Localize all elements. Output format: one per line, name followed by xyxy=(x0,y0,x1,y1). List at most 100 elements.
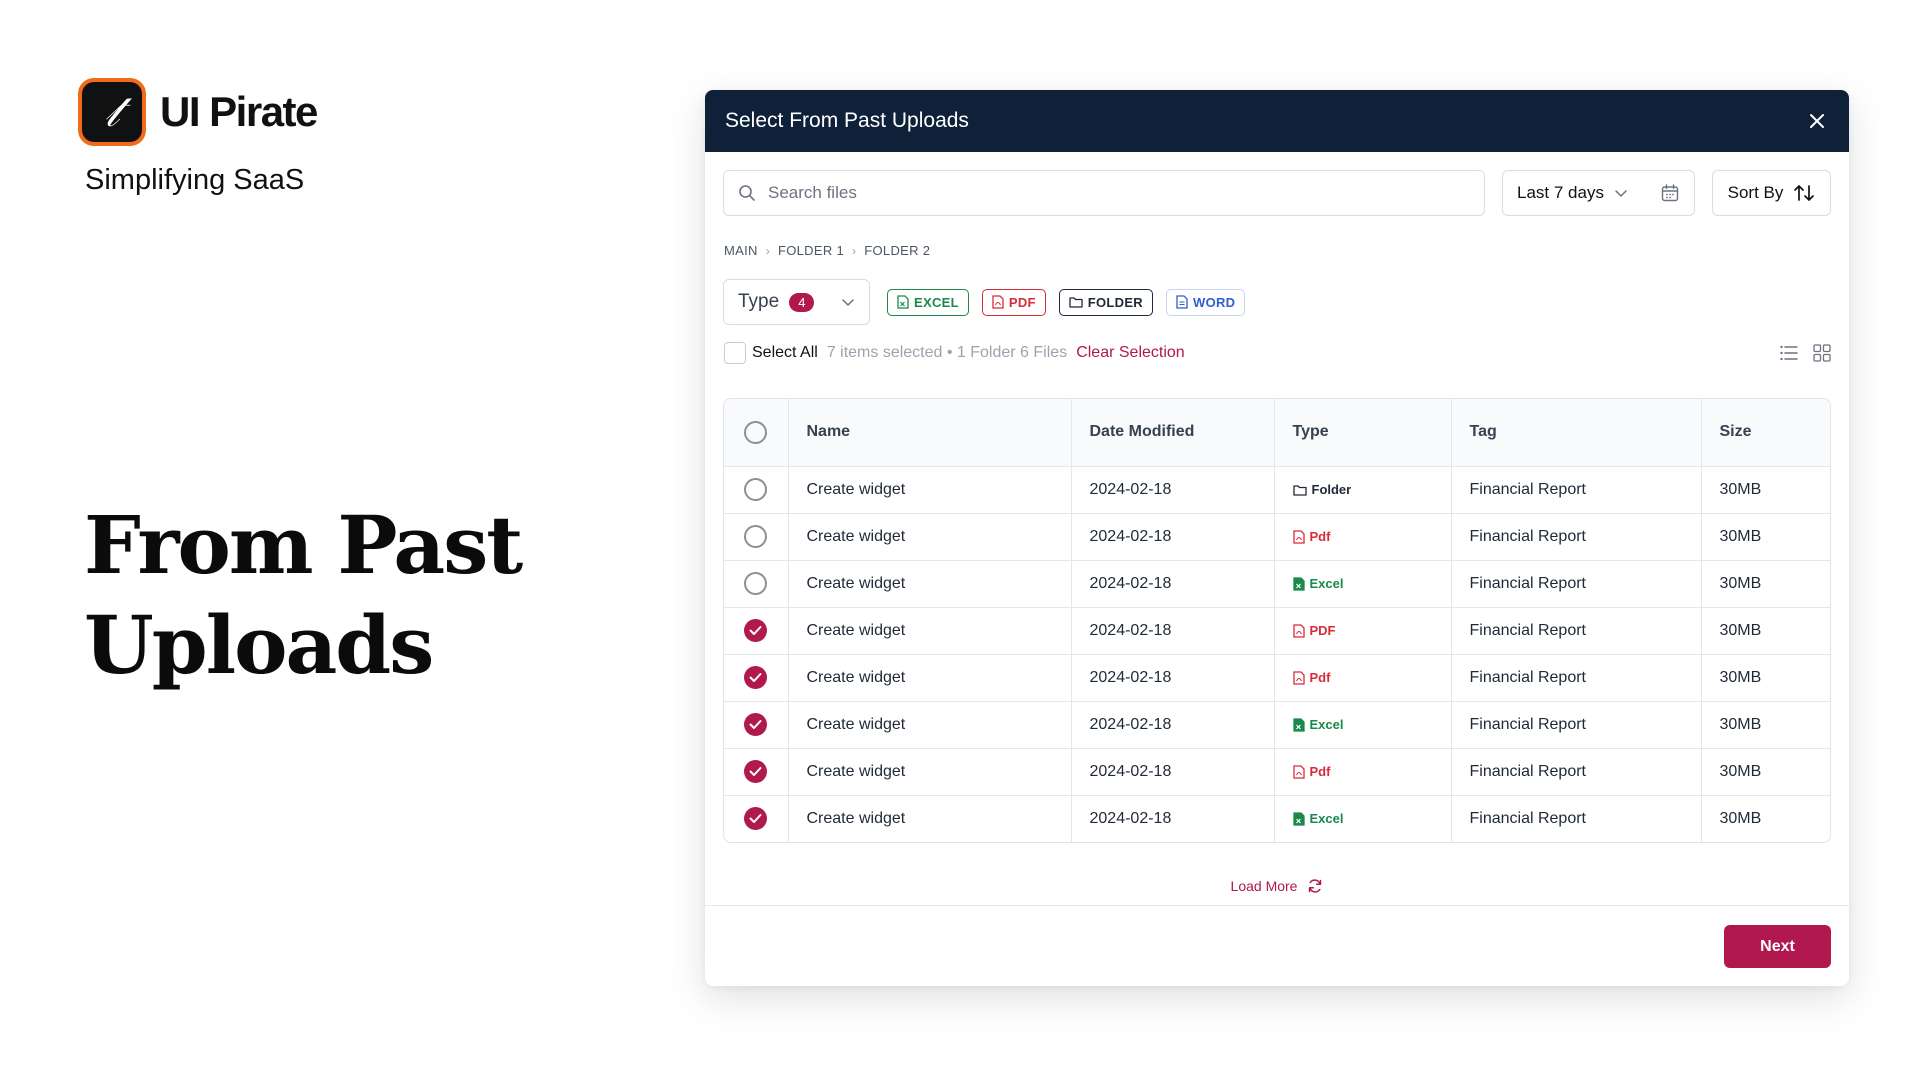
chevron-right-icon: › xyxy=(765,243,770,258)
row-size: 30MB xyxy=(1701,513,1830,561)
hero-title: From Past Uploads xyxy=(84,495,523,695)
row-type-cell: PDF xyxy=(1274,607,1452,655)
row-tag: Financial Report xyxy=(1451,466,1702,514)
column-header-size[interactable]: Size xyxy=(1701,399,1830,467)
row-date: 2024-02-18 xyxy=(1071,748,1275,796)
row-select-radio[interactable] xyxy=(744,572,768,595)
next-button[interactable]: Next xyxy=(1724,925,1831,968)
table-row[interactable]: Create widget 2024-02-18 Pdf Financial R… xyxy=(724,513,1830,561)
row-name: Create widget xyxy=(788,654,1072,702)
select-all-checkbox[interactable] xyxy=(724,342,746,364)
row-type-cell: Pdf xyxy=(1274,513,1452,561)
search-icon xyxy=(739,185,755,201)
chevron-down-icon xyxy=(842,299,854,306)
modal-header: Select From Past Uploads xyxy=(705,90,1849,152)
row-date: 2024-02-18 xyxy=(1071,560,1275,608)
row-type-cell: Pdf xyxy=(1274,654,1452,702)
filter-chip-word[interactable]: WORD xyxy=(1166,288,1246,316)
table-row[interactable]: Create widget 2024-02-18 Pdf Financial R… xyxy=(724,654,1830,702)
modal-toolbar: Last 7 days Sort By xyxy=(723,170,1831,216)
column-header-tag[interactable]: Tag xyxy=(1451,399,1702,467)
row-select-radio-checked[interactable] xyxy=(744,666,768,689)
table-row[interactable]: Create widget 2024-02-18 Pdf Financial R… xyxy=(724,748,1830,796)
close-icon xyxy=(1810,114,1824,128)
row-name: Create widget xyxy=(788,513,1072,561)
row-type: Excel xyxy=(1292,717,1433,732)
type-count-badge: 4 xyxy=(789,292,815,312)
header-select-radio[interactable] xyxy=(744,420,768,444)
breadcrumb-item-folder-2[interactable]: FOLDER 2 xyxy=(864,243,930,258)
row-name: Create widget xyxy=(788,466,1072,514)
column-header-type[interactable]: Type xyxy=(1274,399,1452,467)
selection-info: 7 items selected • 1 Folder 6 Files xyxy=(826,344,1068,361)
excel-file-icon xyxy=(1292,717,1305,732)
pdf-file-icon xyxy=(1292,670,1305,685)
column-header-date[interactable]: Date Modified xyxy=(1071,399,1275,467)
checkmark-icon xyxy=(749,720,762,729)
filter-chip-excel[interactable]: EXCEL xyxy=(887,288,969,316)
breadcrumb-item-folder-1[interactable]: FOLDER 1 xyxy=(778,243,844,258)
row-type: Excel xyxy=(1292,576,1433,591)
ui-pirate-logo-icon: 𝓉 xyxy=(78,78,146,146)
row-type-cell: Excel xyxy=(1274,795,1452,842)
row-tag: Financial Report xyxy=(1451,560,1702,608)
grid-view-icon[interactable] xyxy=(1813,344,1831,362)
row-date: 2024-02-18 xyxy=(1071,607,1275,655)
table-row[interactable]: Create widget 2024-02-18 Excel Financial… xyxy=(724,795,1830,842)
sort-by-button[interactable]: Sort By xyxy=(1712,170,1831,216)
calendar-icon[interactable] xyxy=(1660,183,1680,203)
row-type: Folder xyxy=(1292,482,1433,497)
list-view-icon[interactable] xyxy=(1779,344,1799,362)
row-type-cell: Folder xyxy=(1274,466,1452,514)
row-size: 30MB xyxy=(1719,809,1762,827)
checkmark-icon xyxy=(749,673,762,682)
row-tag: Financial Report xyxy=(1451,701,1702,749)
load-more-button[interactable]: Load More xyxy=(705,878,1849,894)
close-button[interactable] xyxy=(1805,109,1829,133)
brand: 𝓉 UI Pirate xyxy=(78,78,318,146)
row-type-label: PDF xyxy=(1309,623,1336,638)
table-row[interactable]: Create widget 2024-02-18 Excel Financial… xyxy=(724,560,1830,608)
folder-icon xyxy=(1292,484,1307,496)
sort-arrows-icon xyxy=(1794,185,1815,201)
table-row[interactable]: Create widget 2024-02-18 Folder Financia… xyxy=(724,466,1830,514)
table-header-row: Name Date Modified Type Tag Size xyxy=(724,399,1830,467)
row-type: Pdf xyxy=(1292,670,1433,685)
row-select-radio-checked[interactable] xyxy=(744,619,768,642)
row-select-cell xyxy=(724,701,789,749)
row-size: 30MB xyxy=(1701,748,1830,796)
type-filter-select[interactable]: Type 4 xyxy=(723,279,870,325)
excel-file-icon xyxy=(1292,812,1305,826)
refresh-icon xyxy=(1309,879,1322,893)
pdf-file-icon xyxy=(1292,764,1305,779)
clear-selection-link[interactable]: Clear Selection xyxy=(1076,344,1185,362)
row-size: 30MB xyxy=(1701,701,1830,749)
filter-chip-folder[interactable]: FOLDER xyxy=(1058,288,1153,316)
row-select-radio-checked[interactable] xyxy=(744,760,768,783)
row-type: PDF xyxy=(1292,623,1433,638)
row-select-radio-checked[interactable] xyxy=(744,807,768,831)
filter-chip-pdf[interactable]: PDF xyxy=(981,288,1046,316)
hero-line-2: Uploads xyxy=(84,598,434,692)
chip-label: PDF xyxy=(1008,294,1036,310)
row-select-radio[interactable] xyxy=(744,525,768,548)
table-row[interactable]: Create widget 2024-02-18 PDF Financial R… xyxy=(724,607,1830,655)
chevron-right-icon: › xyxy=(851,243,857,258)
checkmark-icon xyxy=(749,767,762,776)
row-select-radio-checked[interactable] xyxy=(744,713,768,736)
table-row[interactable]: Create widget 2024-02-18 Excel Financial… xyxy=(724,701,1830,749)
column-header-name[interactable]: Name xyxy=(788,399,1072,467)
row-type-label: Excel xyxy=(1309,576,1344,591)
row-type-cell: Excel xyxy=(1274,560,1452,608)
row-select-cell xyxy=(724,513,789,561)
hero-line-1: From Past xyxy=(84,498,523,592)
select-all-label[interactable]: Select All xyxy=(752,344,818,362)
search-box[interactable] xyxy=(723,170,1485,216)
row-select-radio[interactable] xyxy=(744,478,768,501)
search-input[interactable] xyxy=(768,183,1470,203)
chip-label: WORD xyxy=(1193,294,1236,310)
excel-file-icon xyxy=(1292,576,1305,591)
breadcrumb-item-main[interactable]: MAIN xyxy=(724,243,758,258)
date-range-select[interactable]: Last 7 days xyxy=(1502,170,1695,216)
row-type: Pdf xyxy=(1292,529,1433,544)
